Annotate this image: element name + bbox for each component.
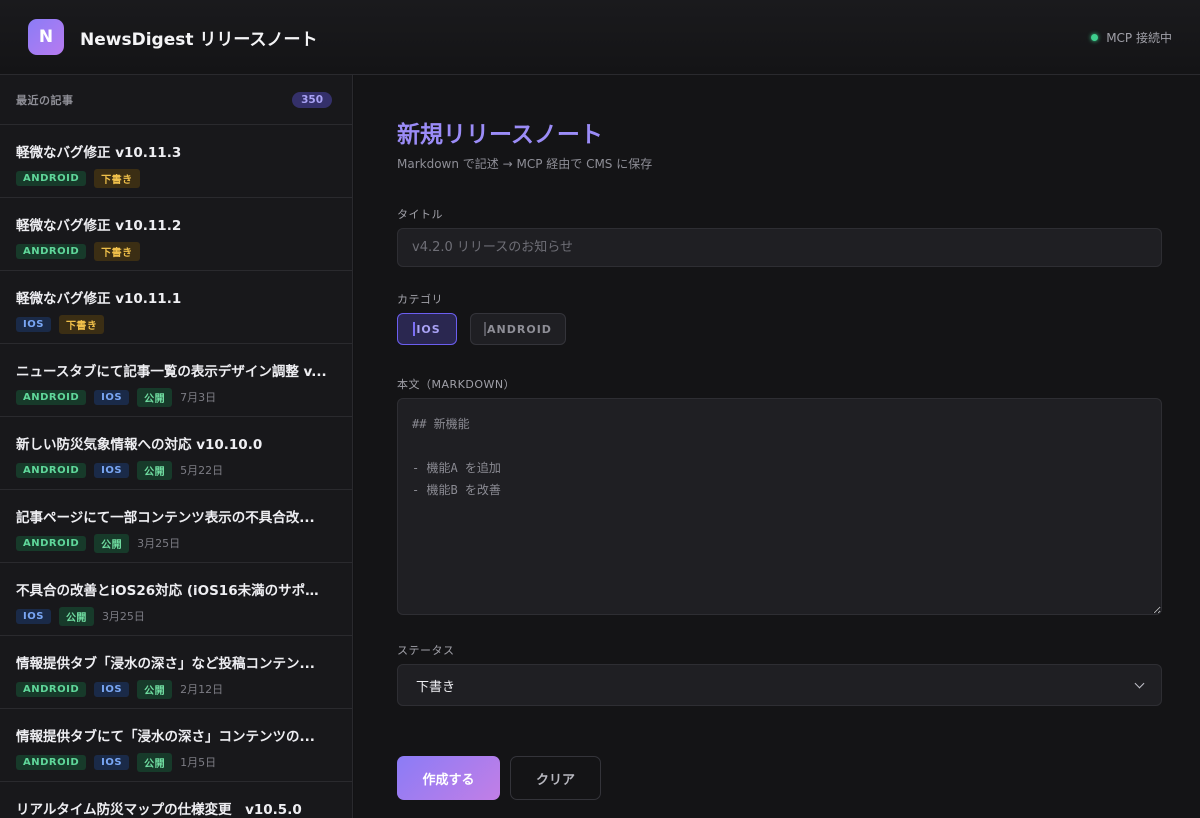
- body-field-label: 本文（MARKDOWN）: [397, 378, 516, 391]
- article-list-item[interactable]: 軽微なバグ修正 v10.11.1 IOS 下書き: [0, 271, 352, 344]
- app-header: N NewsDigest リリースノート MCP 接続中: [0, 0, 1200, 75]
- tag-ios-badge: IOS: [16, 316, 51, 332]
- article-tags: ANDROID IOS 公開 5月22日: [16, 460, 336, 480]
- tag-android-badge: ANDROID: [16, 754, 87, 770]
- title-field-label: タイトル: [397, 208, 443, 221]
- app-title: NewsDigest リリースノート: [80, 29, 318, 50]
- tag-draft-badge: 下書き: [94, 241, 140, 261]
- tag-ios-badge: IOS: [16, 608, 51, 624]
- article-title: 軽微なバグ修正 v10.11.1: [16, 291, 182, 307]
- tag-published-badge: 公開: [137, 460, 173, 480]
- article-tags: ANDROID 下書き: [16, 241, 336, 261]
- tag-ios-badge: IOS: [94, 681, 130, 697]
- tag-android-badge: ANDROID: [16, 170, 87, 186]
- status-field-label: ステータス: [397, 644, 455, 657]
- article-date: 3月25日: [137, 537, 181, 550]
- tag-android-badge: ANDROID: [16, 681, 87, 697]
- article-list-item[interactable]: 情報提供タブ「浸水の深さ」など投稿コンテン... ANDROID IOS 公開 2月12…: [0, 636, 352, 709]
- tag-ios-badge: IOS: [94, 389, 130, 405]
- tag-draft-badge: 下書き: [94, 168, 140, 188]
- tag-published-badge: 公開: [137, 752, 173, 772]
- status-dot-icon: [1091, 33, 1099, 41]
- category-field-label: カテゴリ: [397, 293, 443, 306]
- article-date: 2月12日: [180, 683, 224, 696]
- sidebar: 最近の記事 350 軽微なバグ修正 v10.11.3 ANDROID 下書き 軽微なバ…: [0, 75, 353, 818]
- article-tags: IOS 公開 3月25日: [16, 606, 336, 626]
- category-android-button[interactable]: ANDROID: [470, 313, 566, 345]
- article-tags: ANDROID 下書き: [16, 168, 336, 188]
- article-tags: IOS 下書き: [16, 314, 336, 334]
- article-title: 情報提供タブにて「浸水の深さ」コンテンツの...: [16, 729, 315, 745]
- article-list-item[interactable]: 記事ページにて一部コンテンツ表示の不具合改... ANDROID 公開 3月25日: [0, 490, 352, 563]
- article-title: リアルタイム防災マップの仕様変更 v10.5.0: [16, 802, 302, 818]
- article-title: 新しい防災気象情報への対応 v10.10.0: [16, 437, 263, 453]
- category-android-label: ANDROID: [487, 322, 552, 336]
- text-cursor-icon: [484, 322, 487, 336]
- text-cursor-icon: [413, 322, 416, 336]
- article-list-item[interactable]: 新しい防災気象情報への対応 v10.10.0 ANDROID IOS 公開 5月22日: [0, 417, 352, 490]
- sidebar-header: 最近の記事 350: [0, 75, 352, 125]
- tag-published-badge: 公開: [94, 533, 130, 553]
- article-list-item[interactable]: 軽微なバグ修正 v10.11.2 ANDROID 下書き: [0, 198, 352, 271]
- article-tags: ANDROID IOS 公開 2月12日: [16, 679, 336, 699]
- article-date: 5月22日: [180, 464, 224, 477]
- category-ios-label: IOS: [416, 322, 441, 336]
- create-button[interactable]: 作成する: [397, 756, 500, 800]
- article-title: 情報提供タブ「浸水の深さ」など投稿コンテン...: [16, 656, 315, 672]
- app-root: N NewsDigest リリースノート MCP 接続中 最近の記事 350 軽…: [0, 0, 1200, 818]
- article-list-item[interactable]: 不具合の改善とiOS26対応 (iOS16未満のサポー... IOS 公開 3月25日: [0, 563, 352, 636]
- article-tags: ANDROID 公開 3月25日: [16, 533, 336, 553]
- article-list: 軽微なバグ修正 v10.11.3 ANDROID 下書き 軽微なバグ修正 v10.11…: [0, 125, 352, 818]
- article-title: 軽微なバグ修正 v10.11.2: [16, 218, 182, 234]
- article-title: 不具合の改善とiOS26対応 (iOS16未満のサポー...: [16, 583, 332, 599]
- tag-ios-badge: IOS: [94, 754, 130, 770]
- tag-published-badge: 公開: [137, 679, 173, 699]
- chevron-down-icon: [1134, 678, 1145, 688]
- connection-status: MCP 接続中: [1091, 29, 1172, 46]
- article-date: 7月3日: [180, 391, 217, 404]
- tag-published-badge: 公開: [137, 387, 173, 407]
- category-ios-button[interactable]: IOS: [397, 313, 457, 345]
- tag-android-badge: ANDROID: [16, 243, 87, 259]
- connection-status-label: MCP 接続中: [1106, 30, 1172, 45]
- article-list-item[interactable]: 軽微なバグ修正 v10.11.3 ANDROID 下書き: [0, 125, 352, 198]
- tag-android-badge: ANDROID: [16, 535, 87, 551]
- page-title: 新規リリースノート: [397, 122, 603, 148]
- app-logo: N: [28, 19, 64, 55]
- status-select-value: 下書き: [416, 679, 456, 695]
- logo-letter: N: [38, 27, 54, 47]
- article-list-item[interactable]: リアルタイム防災マップの仕様変更 v10.5.0: [0, 782, 352, 818]
- page-subtitle: Markdown で記述 → MCP 経由で CMS に保存: [397, 157, 653, 171]
- tag-android-badge: ANDROID: [16, 389, 87, 405]
- article-list-item[interactable]: 情報提供タブにて「浸水の深さ」コンテンツの... ANDROID IOS 公開 1月5日: [0, 709, 352, 782]
- article-title: ニュースタブにて記事一覧の表示デザイン調整 v...: [16, 364, 327, 380]
- sidebar-heading: 最近の記事: [16, 93, 74, 107]
- article-date: 1月5日: [180, 756, 217, 769]
- article-list-item[interactable]: ニュースタブにて記事一覧の表示デザイン調整 v... ANDROID IOS 公開 7月…: [0, 344, 352, 417]
- article-count-badge: 350: [292, 91, 332, 108]
- tag-draft-badge: 下書き: [58, 314, 105, 334]
- body-markdown-textarea[interactable]: [397, 398, 1162, 615]
- article-title: 軽微なバグ修正 v10.11.3: [16, 145, 182, 161]
- main-panel: 新規リリースノート Markdown で記述 → MCP 経由で CMS に保存…: [354, 75, 1200, 818]
- tag-published-badge: 公開: [58, 606, 94, 626]
- article-date: 3月25日: [101, 610, 145, 623]
- status-select[interactable]: 下書き: [397, 664, 1162, 706]
- tag-android-badge: ANDROID: [16, 462, 87, 478]
- title-input[interactable]: [397, 228, 1162, 267]
- article-title: 記事ページにて一部コンテンツ表示の不具合改...: [16, 510, 315, 526]
- article-tags: ANDROID IOS 公開 1月5日: [16, 752, 336, 772]
- article-tags: ANDROID IOS 公開 7月3日: [16, 387, 336, 407]
- tag-ios-badge: IOS: [94, 462, 130, 478]
- clear-button[interactable]: クリア: [510, 756, 601, 800]
